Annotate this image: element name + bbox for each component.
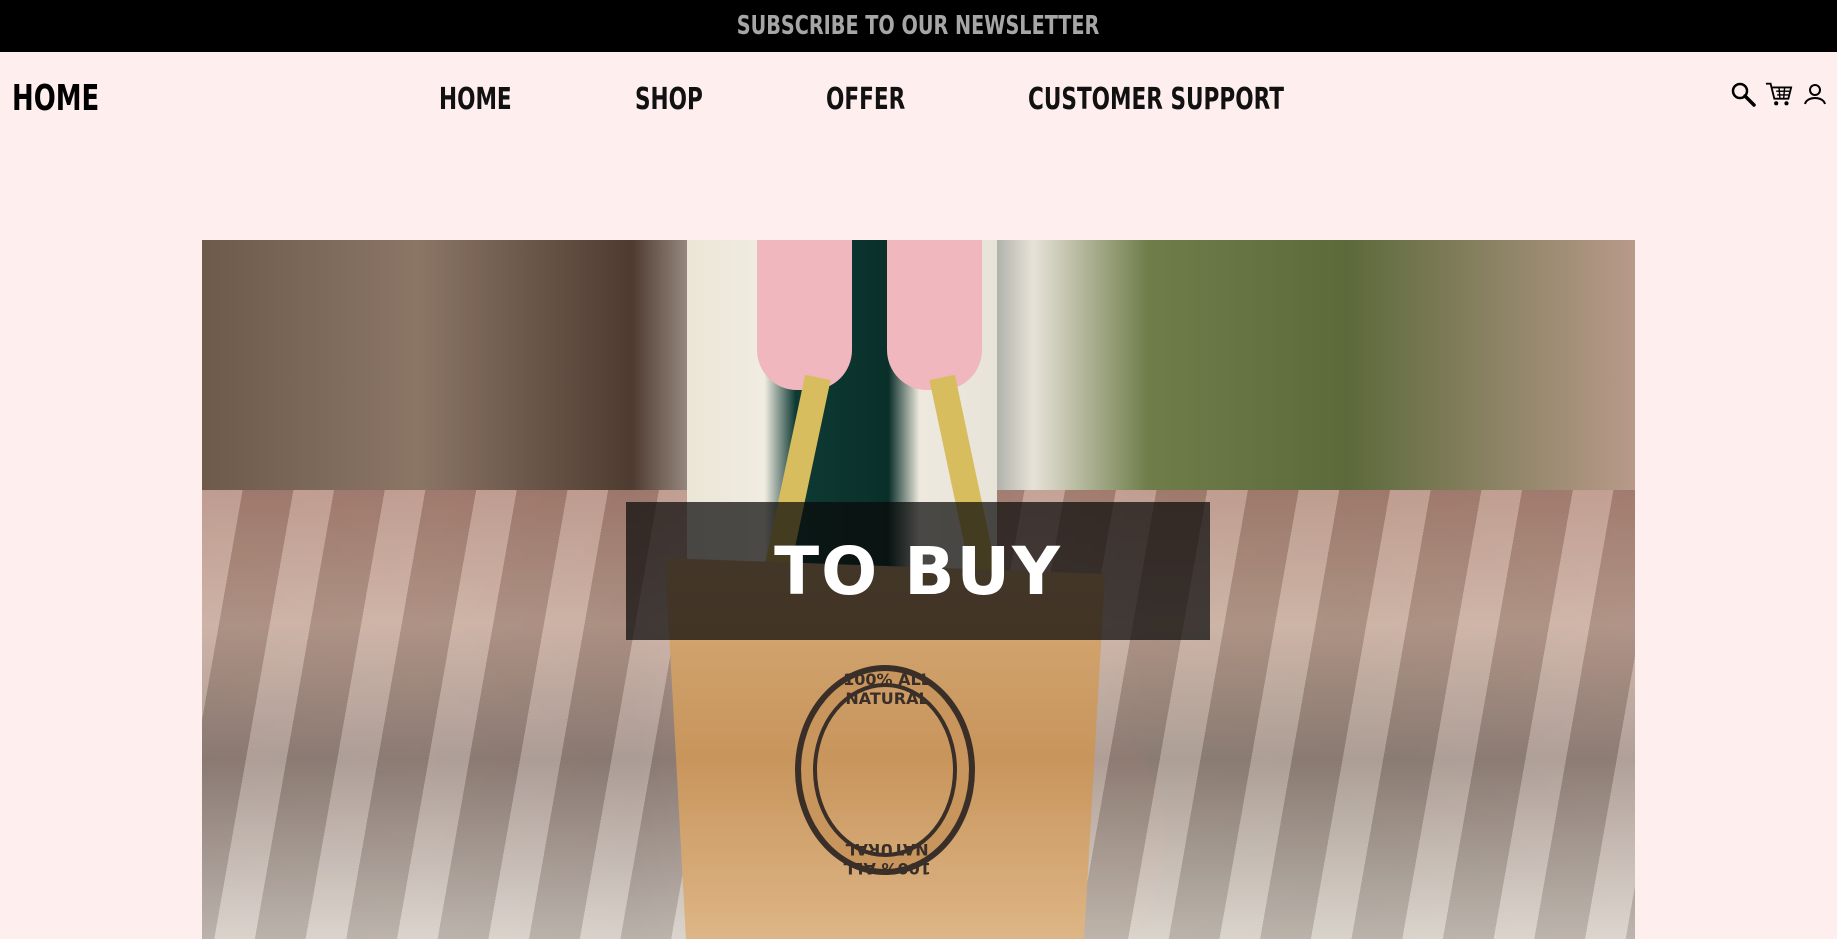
bag-seal-text-bottom: 100% ALL NATURAL — [843, 840, 931, 878]
hero-banner: 100% ALL NATURAL 100% ALL NATURAL TO BUY — [202, 240, 1635, 939]
subscribe-newsletter-link[interactable]: SUBSCRIBE TO OUR NEWSLETTER — [737, 11, 1100, 41]
hero-glove-left — [757, 240, 852, 390]
nav-item-shop[interactable]: SHOP — [635, 82, 703, 117]
nav-item-customer-support[interactable]: CUSTOMER SUPPORT — [1028, 82, 1284, 117]
account-icon[interactable] — [1801, 80, 1829, 108]
hero-title: TO BUY — [774, 532, 1062, 610]
hero-overlay: TO BUY — [626, 502, 1210, 640]
newsletter-bar: SUBSCRIBE TO OUR NEWSLETTER — [0, 0, 1837, 52]
nav-item-home[interactable]: HOME — [439, 82, 512, 117]
nav-item-offer[interactable]: OFFER — [826, 82, 905, 117]
header-icons — [1729, 80, 1829, 108]
main-nav: HOME SHOP OFFER CUSTOMER SUPPORT — [0, 82, 1837, 122]
bag-seal-text: 100% ALL NATURAL — [843, 670, 931, 708]
search-icon[interactable] — [1729, 80, 1757, 108]
hero-glove-right — [887, 240, 982, 390]
site-header: HOME HOME SHOP OFFER CUSTOMER SUPPORT — [0, 52, 1837, 152]
cart-icon[interactable] — [1765, 80, 1793, 108]
